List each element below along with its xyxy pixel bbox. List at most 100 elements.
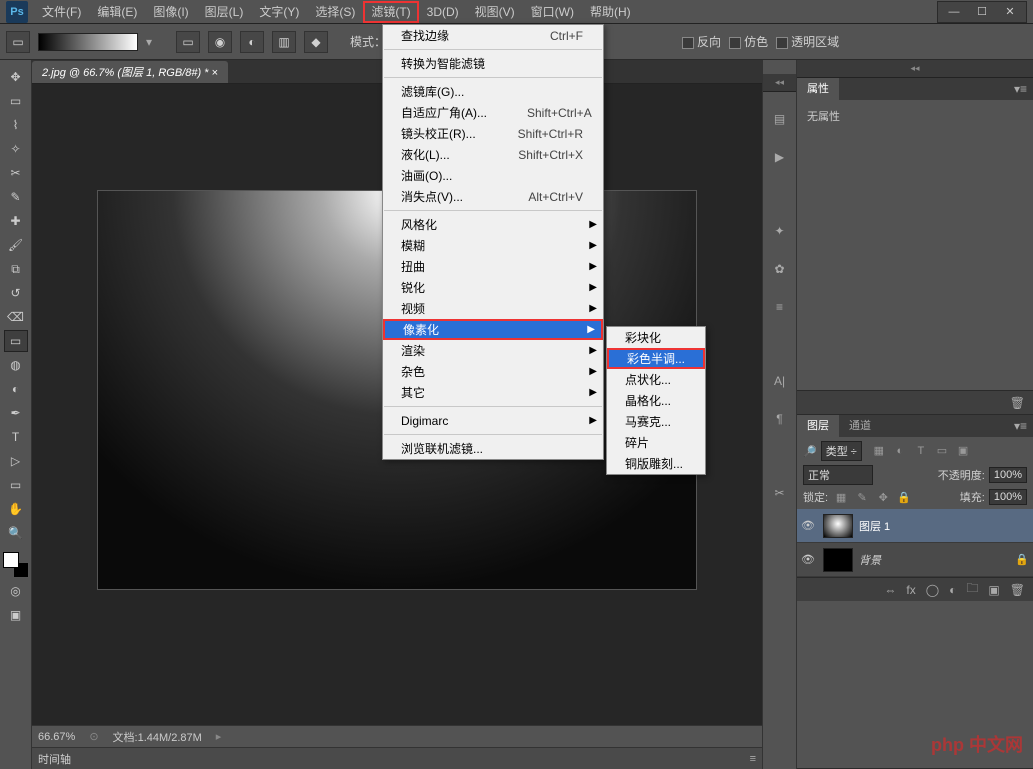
paragraph-icon[interactable]: ✿ — [769, 258, 791, 280]
submenu-item[interactable]: 马赛克... — [607, 411, 705, 432]
menu-item[interactable]: 编辑(E) — [89, 1, 145, 23]
magic-wand-tool[interactable]: ✧ — [4, 138, 28, 160]
type-tool[interactable]: T — [4, 426, 28, 448]
paragraph-panel-icon[interactable]: ¶ — [769, 408, 791, 430]
menu-item[interactable]: 风格化▶ — [383, 214, 603, 235]
color-swatches[interactable] — [3, 552, 29, 578]
filter-adjust-icon[interactable]: ◐ — [891, 443, 909, 459]
transparency-checkbox[interactable]: 透明区域 — [776, 33, 839, 50]
foreground-color[interactable] — [3, 552, 19, 568]
menu-item[interactable]: 渲染▶ — [383, 340, 603, 361]
character-icon[interactable]: ✦ — [769, 220, 791, 242]
visibility-icon[interactable]: 👁 — [801, 519, 817, 532]
link-layers-icon[interactable]: ⇔ — [884, 583, 896, 597]
group-icon[interactable]: 🗀 — [966, 579, 978, 600]
lock-position-icon[interactable]: ✥ — [874, 489, 892, 505]
submenu-item[interactable]: 晶格化... — [607, 390, 705, 411]
mask-icon[interactable]: ◯ — [926, 583, 939, 597]
menu-item[interactable]: 锐化▶ — [383, 277, 603, 298]
dodge-tool[interactable]: ◐ — [4, 378, 28, 400]
clone-stamp-tool[interactable]: ⧉ — [4, 258, 28, 280]
eraser-tool[interactable]: ⌫ — [4, 306, 28, 328]
minimize-button[interactable]: — — [940, 4, 968, 20]
lock-image-icon[interactable]: ✎ — [853, 489, 871, 505]
reverse-checkbox[interactable]: 反向 — [682, 33, 721, 50]
swatches-icon[interactable]: ≡ — [769, 296, 791, 318]
maximize-button[interactable]: ☐ — [968, 4, 996, 20]
menu-item[interactable]: 选择(S) — [307, 1, 363, 23]
properties-tab[interactable]: 属性 — [797, 78, 839, 100]
menu-item[interactable]: 其它▶ — [383, 382, 603, 403]
menu-item[interactable]: 帮助(H) — [582, 1, 639, 23]
filter-kind-select[interactable]: 类型 ÷ — [821, 441, 862, 461]
panel-menu-icon[interactable]: ≡ — [750, 753, 756, 765]
diamond-gradient-button[interactable]: ◆ — [304, 31, 328, 53]
move-tool[interactable]: ✥ — [4, 66, 28, 88]
layer-name[interactable]: 图层 1 — [859, 518, 890, 534]
eyedropper-tool[interactable]: ✎ — [4, 186, 28, 208]
menu-item[interactable]: 文件(F) — [34, 1, 89, 23]
filter-pixel-icon[interactable]: ▦ — [870, 443, 888, 459]
radial-gradient-button[interactable]: ◉ — [208, 31, 232, 53]
menu-item[interactable]: Digimarc▶ — [383, 410, 603, 431]
menu-item[interactable]: 消失点(V)...Alt+Ctrl+V — [383, 186, 603, 207]
menu-item[interactable]: 视频▶ — [383, 298, 603, 319]
menu-item[interactable]: 油画(O)... — [383, 165, 603, 186]
submenu-item[interactable]: 点状化... — [607, 369, 705, 390]
screenmode-button[interactable]: ▣ — [4, 604, 28, 626]
visibility-icon[interactable]: 👁 — [801, 553, 817, 566]
menu-item[interactable]: 滤镜库(G)... — [383, 81, 603, 102]
menu-item[interactable]: 图像(I) — [145, 1, 196, 23]
lasso-tool[interactable]: ⌇ — [4, 114, 28, 136]
menu-item[interactable]: 液化(L)...Shift+Ctrl+X — [383, 144, 603, 165]
filter-shape-icon[interactable]: ▭ — [933, 443, 951, 459]
marquee-tool[interactable]: ▭ — [4, 90, 28, 112]
menu-item[interactable]: 滤镜(T) — [363, 1, 418, 23]
crop-tool[interactable]: ✂ — [4, 162, 28, 184]
fx-icon[interactable]: fx — [906, 583, 915, 597]
exposure-icon[interactable]: ⊙ — [89, 730, 98, 743]
channels-tab[interactable]: 通道 — [839, 415, 881, 437]
blend-mode-select[interactable]: 正常 — [803, 465, 873, 485]
gradient-swatch[interactable] — [38, 33, 138, 51]
menu-item[interactable]: 镜头校正(R)...Shift+Ctrl+R — [383, 123, 603, 144]
healing-brush-tool[interactable]: ✚ — [4, 210, 28, 232]
trash-icon[interactable]: 🗑 — [1010, 396, 1025, 410]
panel-menu-icon[interactable]: ▾≡ — [1008, 419, 1033, 433]
submenu-item[interactable]: 彩块化 — [607, 327, 705, 348]
opacity-value[interactable]: 100% — [989, 467, 1027, 483]
lock-all-icon[interactable]: 🔒 — [895, 489, 913, 505]
filter-smart-icon[interactable]: ▣ — [954, 443, 972, 459]
tool-preset-button[interactable]: ▭ — [6, 31, 30, 53]
histogram-icon[interactable]: ▤ — [769, 108, 791, 130]
chevron-down-icon[interactable]: ▾ — [146, 35, 152, 49]
menu-item[interactable]: 转换为智能滤镜 — [383, 53, 603, 74]
collapse-right-panels[interactable]: ◂◂ — [797, 60, 1033, 78]
gradient-tool[interactable]: ▭ — [4, 330, 28, 352]
adjustments-icon[interactable]: ✂ — [769, 482, 791, 504]
menu-item[interactable]: 窗口(W) — [523, 1, 582, 23]
menu-item[interactable]: 查找边缘Ctrl+F — [383, 25, 603, 46]
blur-tool[interactable]: ◍ — [4, 354, 28, 376]
layer-thumbnail[interactable] — [823, 514, 853, 538]
layer-name[interactable]: 背景 — [859, 552, 881, 568]
menu-item[interactable]: 文字(Y) — [251, 1, 307, 23]
layers-tab[interactable]: 图层 — [797, 415, 839, 437]
layer-thumbnail[interactable] — [823, 548, 853, 572]
menu-item[interactable]: 浏览联机滤镜... — [383, 438, 603, 459]
shape-tool[interactable]: ▭ — [4, 474, 28, 496]
zoom-tool[interactable]: 🔍 — [4, 522, 28, 544]
menu-item[interactable]: 图层(L) — [197, 1, 252, 23]
submenu-item[interactable]: 碎片 — [607, 432, 705, 453]
panel-menu-icon[interactable]: ▾≡ — [1008, 82, 1033, 96]
quickmask-button[interactable]: ◎ — [4, 580, 28, 602]
type-panel-icon[interactable]: A| — [769, 370, 791, 392]
document-tab[interactable]: 2.jpg @ 66.7% (图层 1, RGB/8#) * × — [32, 61, 228, 83]
layer-row[interactable]: 👁 图层 1 — [797, 509, 1033, 543]
menu-item[interactable]: 自适应广角(A)...Shift+Ctrl+A — [383, 102, 603, 123]
angle-gradient-button[interactable]: ◐ — [240, 31, 264, 53]
collapse-arrow[interactable]: ◂◂ — [763, 74, 796, 92]
adjustment-layer-icon[interactable]: ◐ — [949, 583, 956, 597]
layer-row[interactable]: 👁背景🔒 — [797, 543, 1033, 577]
linear-gradient-button[interactable]: ▭ — [176, 31, 200, 53]
